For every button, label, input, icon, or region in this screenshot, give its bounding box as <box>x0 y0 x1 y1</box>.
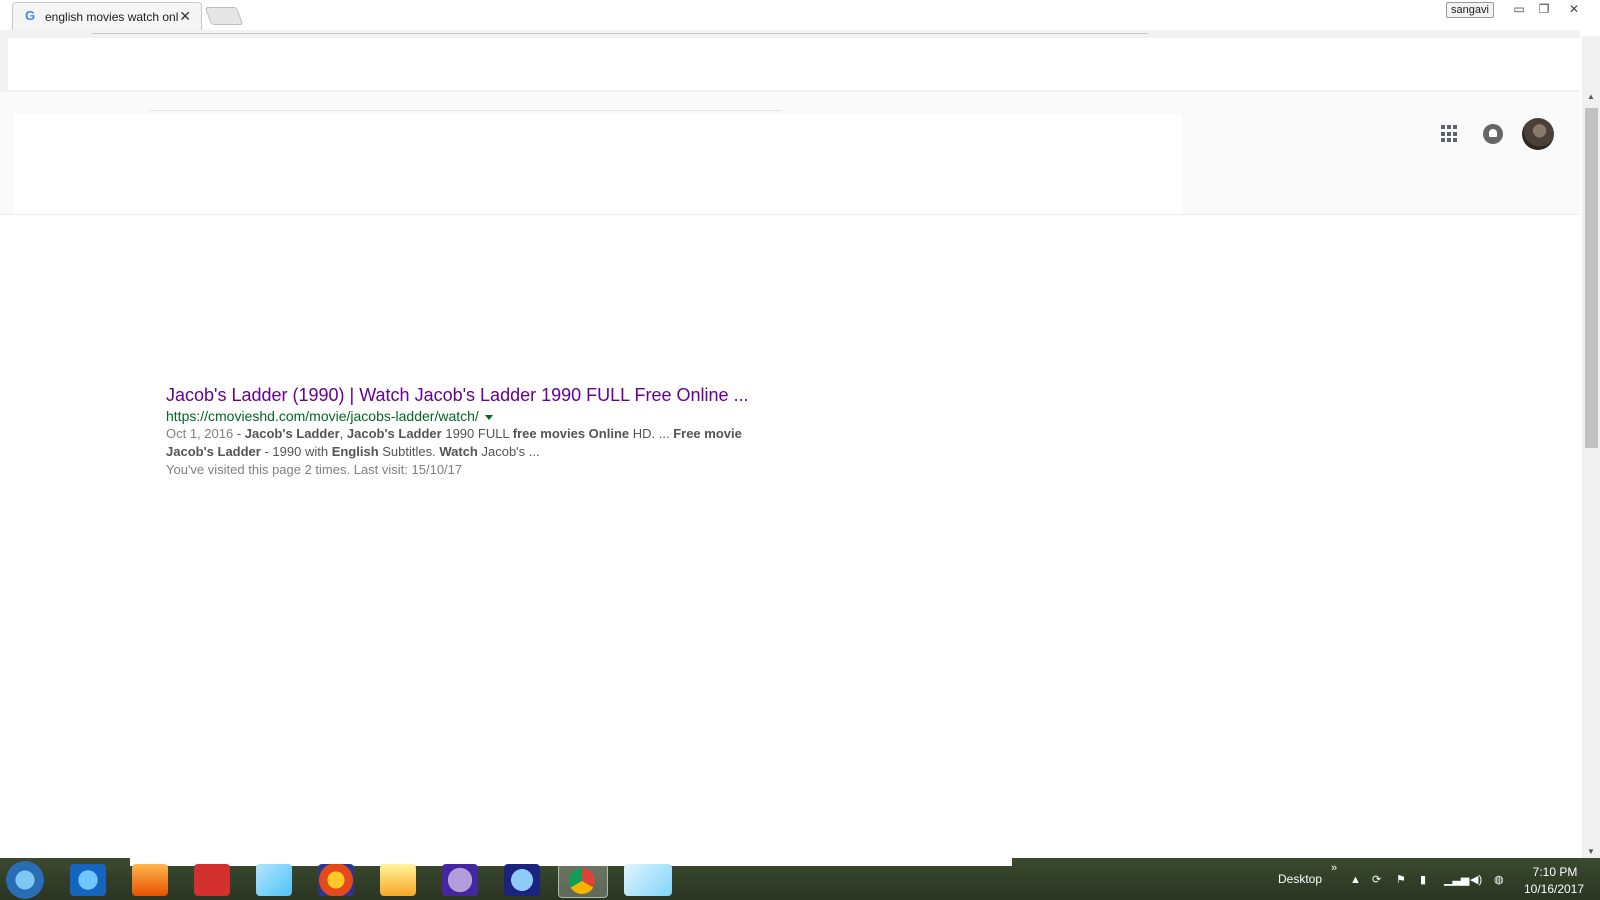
url-dropdown-icon[interactable] <box>484 414 493 420</box>
snippet-bold: English <box>331 444 379 459</box>
result-url-text[interactable]: https://cmovieshd.com/movie/jacobs-ladde… <box>166 408 479 424</box>
minimize-window-icon[interactable]: ▭ <box>1508 1 1530 17</box>
google-g-icon: G <box>24 8 36 23</box>
chevron-icon[interactable]: » <box>1331 862 1337 874</box>
browser-tab[interactable]: G english movies watch onl ✕ <box>12 2 202 30</box>
clock-date[interactable]: 10/16/2017 <box>1519 882 1589 896</box>
globe-icon[interactable]: ◍ <box>1494 874 1506 886</box>
scrollbar-thumb[interactable] <box>1585 108 1598 448</box>
vertical-scrollbar[interactable]: ▲ ▼ <box>1582 36 1600 858</box>
snippet-bold: Jacob's Ladder <box>244 426 340 441</box>
result-title-link[interactable]: Jacob's Ladder (1990) | Watch Jacob's La… <box>166 384 786 406</box>
search-header <box>0 92 1580 215</box>
tab-title: english movies watch onl <box>45 10 179 24</box>
address-bar[interactable] <box>92 33 1148 34</box>
notifications-icon[interactable] <box>1483 124 1503 144</box>
apps-grid-icon[interactable] <box>1441 125 1459 143</box>
result-date: Oct 1, 2016 <box>166 426 234 441</box>
account-avatar[interactable] <box>1522 118 1554 150</box>
snippet-bold: Jacob's Ladder <box>346 426 442 441</box>
snippet-text: HD. ... <box>629 426 674 441</box>
snippet-text: Jacob's ... <box>477 444 540 459</box>
search-result: Jacob's Ladder (1990) | Watch Jacob's La… <box>166 384 786 479</box>
close-tab-icon[interactable]: ✕ <box>179 8 191 25</box>
close-window-icon[interactable]: ✕ <box>1563 1 1585 17</box>
desktop-toolbar-label[interactable]: Desktop <box>1278 872 1322 886</box>
snippet-bold: Watch <box>439 444 478 459</box>
result-snippet: Oct 1, 2016 - Jacob's Ladder, Jacob's La… <box>166 425 786 461</box>
snippet-bold: Jacob's Ladder <box>166 444 261 459</box>
snippet-bold: Free movie <box>673 426 742 441</box>
paint-icon[interactable] <box>624 864 672 896</box>
network-sync-icon[interactable]: ⟳ <box>1372 874 1384 886</box>
search-input[interactable] <box>150 110 782 111</box>
chrome-icon[interactable] <box>558 864 608 898</box>
media-player-icon[interactable] <box>132 864 168 896</box>
internet-explorer-icon[interactable] <box>70 864 106 896</box>
file-explorer-icon[interactable] <box>380 864 416 896</box>
action-center-flag-icon[interactable]: ⚑ <box>1396 874 1408 886</box>
show-hidden-icons-icon[interactable]: ▲ <box>1350 874 1362 886</box>
scroll-up-icon[interactable]: ▲ <box>1587 92 1595 101</box>
profile-name-badge[interactable]: sangavi <box>1446 2 1494 18</box>
browser-toolbar <box>0 30 1580 92</box>
snippet-text: , <box>339 426 347 441</box>
toolbar-blank-area <box>8 38 1580 90</box>
snippet-text: - 1990 with <box>260 444 332 459</box>
firefox-icon[interactable] <box>318 864 354 896</box>
visit-history-note: You've visited this page 2 times. Last v… <box>166 462 463 477</box>
snippet-text: 1990 FULL <box>441 426 513 441</box>
scroll-down-icon[interactable]: ▼ <box>1587 847 1595 856</box>
pidgin-icon[interactable] <box>442 864 478 896</box>
snippet-text: - <box>233 426 245 441</box>
snippet-text: Subtitles. <box>378 444 440 459</box>
browser-tab-strip: G english movies watch onl ✕ sangavi ▭ ❐… <box>0 0 1600 30</box>
header-blank-area <box>14 114 1182 214</box>
snippet-bold: free movies Online <box>512 426 630 441</box>
thunderbird-icon[interactable] <box>504 864 540 896</box>
oracle-icon[interactable] <box>194 864 230 896</box>
clock-time[interactable]: 7:10 PM <box>1525 865 1585 879</box>
windows-taskbar: Desktop » ▲ ⟳ ⚑ ▮ ▁▃▅ ◀) ◍ 7:10 PM 10/16… <box>0 856 1600 900</box>
restore-window-icon[interactable]: ❐ <box>1533 1 1555 17</box>
start-orb[interactable] <box>6 861 44 899</box>
chrome-logo <box>569 868 595 894</box>
volume-icon[interactable]: ◀) <box>1470 874 1482 886</box>
power-icon[interactable]: ▮ <box>1420 874 1432 886</box>
new-tab-button[interactable] <box>204 7 244 25</box>
notepad-icon[interactable] <box>256 864 292 896</box>
signal-icon[interactable]: ▁▃▅ <box>1444 874 1469 886</box>
result-url[interactable]: https://cmovieshd.com/movie/jacobs-ladde… <box>166 407 786 425</box>
